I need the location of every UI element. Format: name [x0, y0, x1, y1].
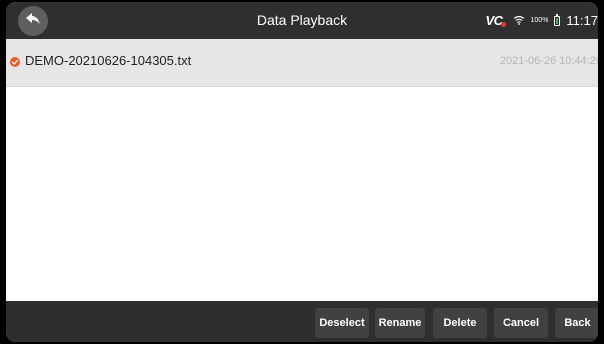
back-arrow-icon [26, 12, 40, 30]
file-list: DEMO-20210626-104305.txt 2021-06-26 10:4… [6, 39, 598, 301]
battery-fill [556, 17, 559, 24]
file-name: DEMO-20210626-104305.txt [25, 53, 192, 68]
delete-button[interactable]: Delete [433, 308, 487, 338]
check-circle-icon[interactable] [10, 57, 20, 67]
clock: 11:17 [566, 13, 598, 28]
file-row[interactable]: DEMO-20210626-104305.txt 2021-06-26 10:4… [6, 39, 598, 87]
status-bar: VC 100% 11:17 [485, 2, 598, 39]
back-button[interactable] [18, 6, 48, 36]
rename-button[interactable]: Rename [375, 308, 425, 338]
wifi-icon [513, 12, 525, 30]
cancel-button[interactable]: Cancel [494, 308, 548, 338]
vc-logo: VC [485, 13, 506, 28]
back-button-footer[interactable]: Back [555, 308, 598, 338]
vc-logo-text: VC [485, 13, 503, 28]
vc-status-dot [500, 22, 506, 27]
file-date: 2021-06-26 10:44:29 [499, 55, 598, 67]
deselect-button[interactable]: Deselect [315, 308, 369, 338]
battery-percent: 100% [530, 17, 549, 24]
battery-icon [554, 13, 561, 26]
app-screen: Data Playback VC 100% 11:17 DEMO-2021062… [6, 2, 598, 342]
header-bar: Data Playback VC 100% 11:17 [6, 2, 598, 39]
action-bar: Deselect Rename Delete Cancel Back [6, 301, 598, 342]
